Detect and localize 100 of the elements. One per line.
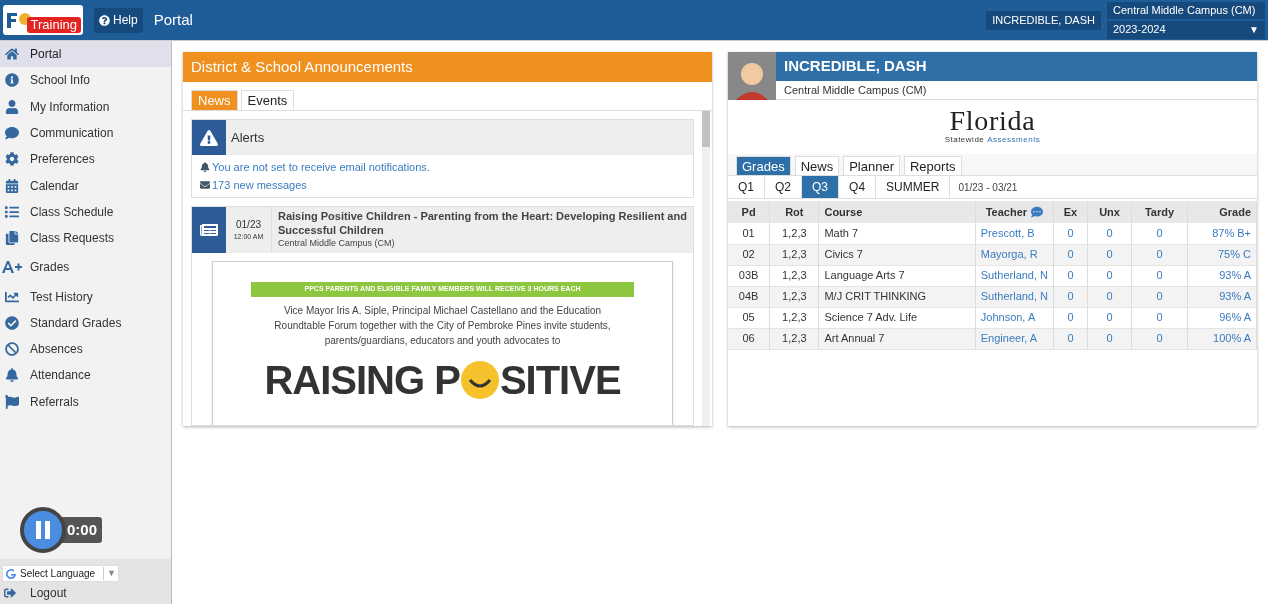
sidebar-item[interactable]: Portal — [0, 41, 171, 68]
table-cell[interactable]: Engineer, A — [980, 332, 1038, 345]
tab[interactable]: News — [191, 90, 238, 110]
sidebar-item[interactable]: Referrals — [0, 388, 171, 415]
smiley-icon — [459, 360, 500, 400]
column-header: Tardy — [1144, 204, 1174, 220]
table-cell[interactable]: 96% A — [1219, 311, 1251, 324]
training-badge: Training — [26, 17, 81, 33]
table-cell[interactable]: 93% A — [1219, 290, 1251, 303]
message-icon — [1031, 206, 1044, 218]
table-cell[interactable]: 0 — [1067, 332, 1074, 345]
sidebar-item[interactable]: Attendance — [0, 362, 171, 389]
table-cell: 04B — [738, 290, 759, 303]
table-cell: 02 — [742, 248, 755, 261]
table-cell[interactable]: 0 — [1156, 269, 1163, 282]
sidebar-item[interactable]: Calendar — [0, 172, 171, 199]
table-cell[interactable]: 0 — [1067, 311, 1074, 324]
table-cell[interactable]: 0 — [1106, 248, 1113, 261]
documents-icon — [5, 231, 19, 246]
table-cell[interactable]: 87% B+ — [1212, 227, 1251, 239]
ban-icon — [5, 342, 19, 357]
sidebar-item[interactable]: Standard Grades — [0, 309, 171, 336]
table-cell[interactable]: Prescott, B — [980, 227, 1035, 239]
table-cell[interactable]: 0 — [1106, 269, 1113, 282]
school-selector[interactable]: Central Middle Campus (CM) — [1107, 1, 1265, 19]
envelope-icon — [200, 179, 210, 190]
help-button[interactable]: Help — [94, 7, 143, 33]
table-cell[interactable]: 0 — [1156, 290, 1163, 303]
sidebar-item[interactable]: Test History — [0, 283, 171, 310]
table-cell[interactable]: 93% A — [1219, 269, 1251, 282]
table-cell[interactable]: Sutherland, N — [980, 290, 1049, 303]
sidebar-item[interactable]: Class Schedule — [0, 198, 171, 226]
florida-logo: Florida — [949, 108, 1036, 134]
settings-icon — [5, 152, 19, 167]
table-cell[interactable]: Sutherland, N — [980, 269, 1049, 282]
logo-subtitle: Statewide — [944, 134, 985, 146]
news-school: Central Middle Campus (CM) — [278, 237, 396, 250]
logout-icon — [4, 587, 16, 599]
sidebar-item[interactable]: My Information — [0, 93, 171, 120]
column-header: Grade — [1219, 204, 1251, 220]
student-name: INCREDIBLE, DASH — [776, 52, 1257, 81]
pause-icon — [36, 521, 50, 539]
sidebar-item[interactable]: School Info — [0, 67, 171, 94]
sidebar-item[interactable]: Absences — [0, 335, 171, 363]
user-icon — [5, 99, 19, 114]
table-cell[interactable]: 0 — [1106, 290, 1113, 303]
table-cell[interactable]: 75% C — [1217, 248, 1251, 261]
table-cell[interactable]: 0 — [1067, 227, 1074, 239]
sidebar-item[interactable]: Communication — [0, 119, 171, 147]
table-cell[interactable]: 0 — [1156, 248, 1163, 261]
term-tab[interactable]: Q1 — [728, 176, 765, 198]
term-dates: 01/23 - 03/21 — [957, 180, 1019, 195]
column-header: Teacher — [985, 204, 1028, 220]
table-cell[interactable]: 0 — [1106, 311, 1113, 324]
year-selector[interactable]: 2023-2024 ▼ — [1107, 20, 1265, 39]
sidebar-item[interactable]: Grades — [0, 251, 171, 284]
recording-timer: 0:00 — [62, 517, 103, 543]
flyer-text: Vice Mayor Iris A. Siple, Principal Michael Castellano and the Education Roundtable Forum together with the City of Pembroke Pines invite students, parents/guardians, educators and youth advocates to — [273, 304, 612, 348]
column-header: Rot — [785, 204, 804, 220]
app-logo[interactable]: Training — [3, 5, 83, 35]
flag-icon — [5, 394, 19, 409]
table-cell: Civics 7 — [824, 248, 863, 261]
alert-link[interactable]: You are not set to receive email notifications. — [212, 159, 430, 176]
sidebar-item[interactable]: Class Requests — [0, 225, 171, 252]
sidebar-item[interactable]: Preferences — [0, 146, 171, 173]
pause-button[interactable] — [20, 507, 66, 553]
table-cell[interactable]: 100% A — [1213, 332, 1251, 345]
table-cell[interactable]: Mayorga, R — [980, 248, 1038, 261]
table-cell[interactable]: 0 — [1106, 227, 1113, 239]
tab[interactable]: News — [794, 156, 840, 175]
news-date: 01/23 — [236, 218, 261, 233]
tab[interactable]: Events — [240, 90, 295, 110]
table-cell[interactable]: 0 — [1067, 290, 1074, 303]
column-header: Ex — [1063, 204, 1078, 220]
tab[interactable]: Planner — [843, 156, 900, 175]
table-cell: 01 — [742, 227, 755, 239]
tab[interactable]: Reports — [903, 156, 962, 175]
table-cell[interactable]: 0 — [1106, 332, 1113, 345]
term-tab[interactable]: Q3 — [802, 176, 840, 198]
column-header: Pd — [741, 204, 756, 220]
table-cell[interactable]: 0 — [1067, 248, 1074, 261]
column-header: Course — [824, 204, 863, 220]
table-cell: 03B — [738, 269, 759, 282]
logout-link[interactable]: Logout — [2, 584, 169, 602]
news-title[interactable]: Raising Positive Children - Parenting from the Heart: Developing Resilient and Successful Children — [278, 209, 687, 237]
language-selector[interactable]: Select Language ▼ — [2, 565, 119, 582]
table-cell[interactable]: 0 — [1156, 332, 1163, 345]
card-header: District & School Announcements — [183, 52, 712, 82]
table-cell[interactable]: 0 — [1156, 311, 1163, 324]
warning-icon — [200, 128, 218, 147]
bell-icon — [5, 368, 19, 383]
alerts-title: Alerts — [231, 128, 265, 147]
table-cell[interactable]: Johnson, A — [980, 311, 1036, 324]
table-cell: 1,2,3 — [782, 248, 807, 261]
table-cell[interactable]: 0 — [1067, 269, 1074, 282]
dropdown-caret: ▼ — [103, 566, 116, 581]
student-name-button[interactable]: INCREDIBLE, DASH — [986, 10, 1101, 30]
table-cell[interactable]: 0 — [1156, 227, 1163, 239]
alert-link[interactable]: 173 new messages — [212, 176, 307, 193]
tab[interactable]: Grades — [736, 156, 791, 175]
